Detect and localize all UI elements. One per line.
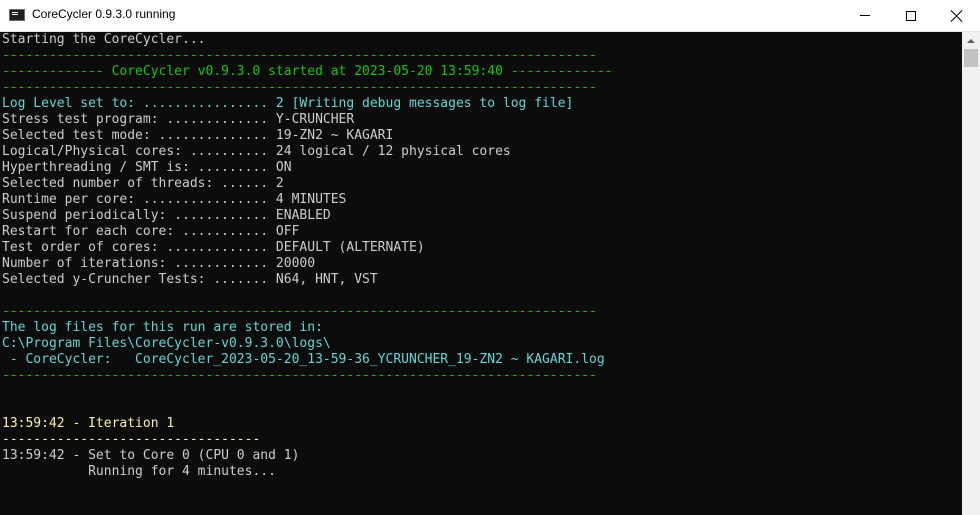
console-line: Starting the CoreCycler... xyxy=(2,32,206,47)
console-line: ----------------------------------------… xyxy=(2,368,597,383)
console-line: ----------------------------------------… xyxy=(2,48,597,63)
console-line: Logical/Physical cores: .......... 24 lo… xyxy=(2,144,511,159)
title-bar[interactable]: CoreCycler 0.9.3.0 running xyxy=(0,0,980,32)
console-line: Log Level set to: ................ 2 [Wr… xyxy=(2,96,574,111)
console-line: Selected y-Cruncher Tests: ....... N64, … xyxy=(2,272,378,287)
scroll-thumb[interactable] xyxy=(964,49,978,67)
console-line: 13:59:42 - Set to Core 0 (CPU 0 and 1) xyxy=(2,448,300,463)
scroll-up-button[interactable] xyxy=(962,32,980,49)
console-line: 13:59:42 - Iteration 1 xyxy=(2,416,175,431)
console-line: ----------------------------------------… xyxy=(2,304,597,319)
console-line: C:\Program Files\CoreCycler-v0.9.3.0\log… xyxy=(2,336,331,351)
console-line: --------------------------------- xyxy=(2,432,261,447)
console-line: Suspend periodically: ............ ENABL… xyxy=(2,208,331,223)
console-line: The log files for this run are stored in… xyxy=(2,320,323,335)
console-line: - CoreCycler: CoreCycler_2023-05-20_13-5… xyxy=(2,352,605,367)
console-app-icon[interactable] xyxy=(9,9,25,21)
maximize-button[interactable] xyxy=(888,0,934,31)
console-line: Running for 4 minutes... xyxy=(2,464,276,479)
maximize-icon xyxy=(906,10,916,21)
console-output[interactable]: Starting the CoreCycler... --------------… xyxy=(0,32,962,515)
console-line: Test order of cores: ............. DEFAU… xyxy=(2,240,425,255)
console-line: ------------- CoreCycler v0.9.3.0 starte… xyxy=(2,64,613,79)
console-line: Runtime per core: ................ 4 MIN… xyxy=(2,192,347,207)
window-title: CoreCycler 0.9.3.0 running xyxy=(32,7,176,21)
console-window: CoreCycler 0.9.3.0 running Starting the … xyxy=(0,0,980,515)
console-line: Selected number of threads: ...... 2 xyxy=(2,176,284,191)
arrow-up-icon xyxy=(967,38,975,43)
console-line: ----------------------------------------… xyxy=(2,80,597,95)
close-button[interactable] xyxy=(934,0,980,31)
minimize-icon xyxy=(860,15,870,16)
minimize-button[interactable] xyxy=(842,0,888,31)
close-icon xyxy=(951,10,963,22)
console-line: Selected test mode: .............. 19-ZN… xyxy=(2,128,394,143)
console-line: Number of iterations: ............ 20000 xyxy=(2,256,316,271)
vertical-scrollbar[interactable] xyxy=(962,32,980,515)
console-line: Stress test program: ............. Y-CRU… xyxy=(2,112,355,127)
console-line: Hyperthreading / SMT is: ......... ON xyxy=(2,160,292,175)
console-line: Restart for each core: ........... OFF xyxy=(2,224,300,239)
